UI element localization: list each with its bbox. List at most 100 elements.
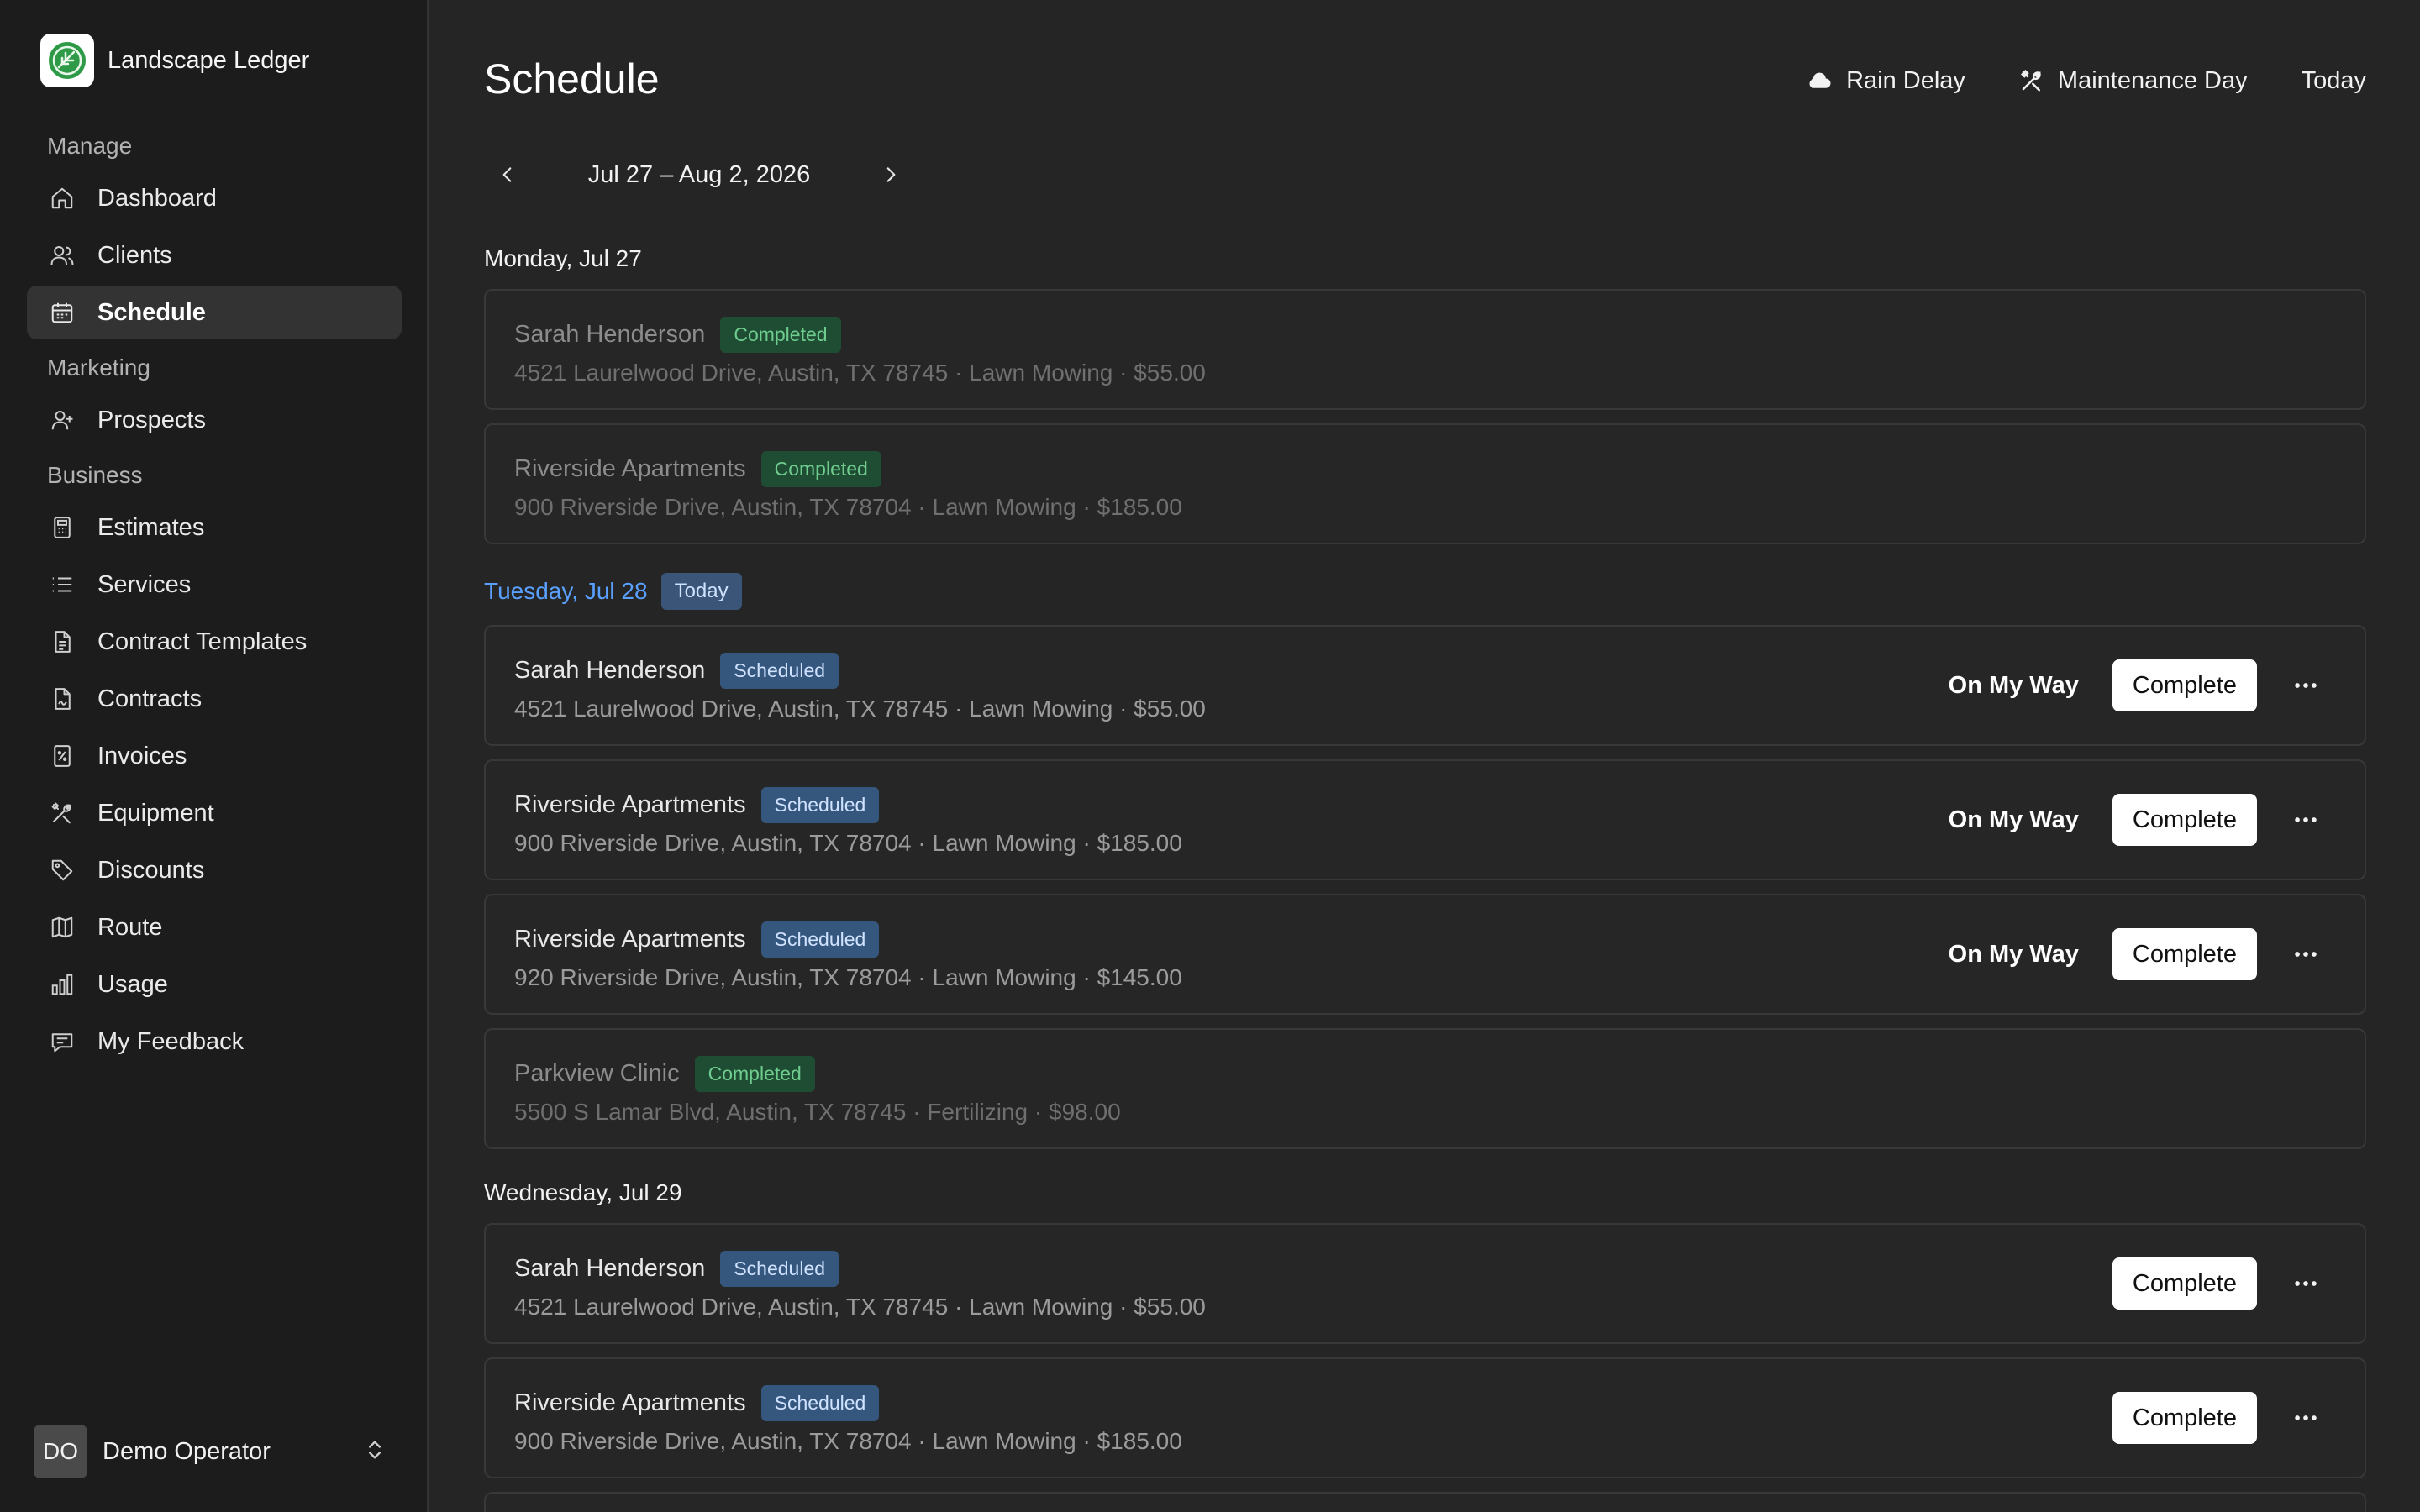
on-my-way-button[interactable]: On My Way: [1949, 806, 2079, 834]
on-my-way-button[interactable]: On My Way: [1949, 941, 2079, 969]
sidebar-item-contracts[interactable]: Contracts: [27, 672, 402, 726]
sidebar-item-label: Contract Templates: [97, 627, 308, 655]
status-badge: Scheduled: [760, 921, 880, 958]
more-options-icon[interactable]: [2281, 660, 2331, 711]
sidebar-item-equipment[interactable]: Equipment: [27, 786, 402, 840]
user-plus-icon: [49, 407, 76, 433]
complete-button[interactable]: Complete: [2112, 928, 2257, 980]
calendar-icon: [49, 299, 76, 326]
job-client-name: Parkview Clinic: [514, 1059, 680, 1087]
users-icon: [49, 242, 76, 269]
sidebar-item-label: Estimates: [97, 513, 205, 541]
job-card[interactable]: [484, 1492, 2366, 1512]
status-badge: Scheduled: [760, 786, 880, 823]
job-card[interactable]: Sarah Henderson Scheduled 4521 Laurelwoo…: [484, 1223, 2366, 1344]
day-header-today: Tuesday, Jul 28 Today: [484, 570, 742, 613]
job-card[interactable]: Riverside Apartments Completed 900 River…: [484, 423, 2366, 544]
today-badge: Today: [660, 573, 742, 610]
sidebar-item-services[interactable]: Services: [27, 558, 402, 612]
maintenance-day-label: Maintenance Day: [2057, 66, 2248, 94]
status-badge: Scheduled: [720, 652, 839, 689]
sidebar-item-route[interactable]: Route: [27, 900, 402, 954]
calculator-icon: [49, 514, 76, 541]
sidebar-item-label: Clients: [97, 241, 172, 269]
day-header: Monday, Jul 27: [484, 245, 642, 271]
sidebar-item-label: Route: [97, 913, 163, 941]
nav-section-marketing: Marketing: [47, 354, 150, 381]
job-card[interactable]: Sarah Henderson Completed 4521 Laurelwoo…: [484, 289, 2366, 410]
avatar: DO: [34, 1425, 87, 1478]
previous-week-button[interactable]: [484, 155, 531, 195]
day-header: Wednesday, Jul 29: [484, 1179, 682, 1205]
complete-button[interactable]: Complete: [2112, 1257, 2257, 1310]
sidebar-item-my-feedback[interactable]: My Feedback: [27, 1015, 402, 1068]
file-text-icon: [49, 628, 76, 655]
job-client-name: Riverside Apartments: [514, 925, 746, 953]
job-card[interactable]: Riverside Apartments Scheduled 900 River…: [484, 1357, 2366, 1478]
job-client-name: Sarah Henderson: [514, 320, 706, 348]
bar-chart-icon: [49, 971, 76, 998]
sidebar-item-label: Invoices: [97, 742, 187, 769]
next-week-button[interactable]: [867, 155, 914, 195]
sidebar-item-label: Contracts: [97, 685, 203, 712]
sidebar-item-label: Equipment: [97, 799, 214, 827]
brand[interactable]: Landscape Ledger: [40, 34, 309, 87]
on-my-way-button[interactable]: On My Way: [1949, 672, 2079, 700]
nav-section-manage: Manage: [47, 133, 133, 159]
job-details: 900 Riverside Drive, Austin, TX 78704 · …: [514, 830, 1182, 856]
sidebar-item-dashboard[interactable]: Dashboard: [27, 171, 402, 225]
sidebar-item-discounts[interactable]: Discounts: [27, 843, 402, 897]
sidebar-item-label: Dashboard: [97, 184, 217, 212]
tools-icon: [49, 800, 76, 827]
sidebar-item-usage[interactable]: Usage: [27, 958, 402, 1011]
job-details: 4521 Laurelwood Drive, Austin, TX 78745 …: [514, 696, 1206, 722]
receipt-icon: [49, 743, 76, 769]
map-icon: [49, 914, 76, 941]
sidebar-item-label: Usage: [97, 970, 168, 998]
job-card[interactable]: Sarah Henderson Scheduled 4521 Laurelwoo…: [484, 625, 2366, 746]
complete-button[interactable]: Complete: [2112, 659, 2257, 711]
sidebar-item-prospects[interactable]: Prospects: [27, 393, 402, 447]
job-details: 900 Riverside Drive, Austin, TX 78704 · …: [514, 1428, 1182, 1454]
job-client-name: Riverside Apartments: [514, 790, 746, 818]
message-icon: [49, 1028, 76, 1055]
rain-delay-button[interactable]: Rain Delay: [1807, 67, 1965, 95]
job-card[interactable]: Riverside Apartments Scheduled 900 River…: [484, 759, 2366, 880]
complete-button[interactable]: Complete: [2112, 794, 2257, 846]
week-range: Jul 27 – Aug 2, 2026: [587, 160, 811, 188]
sidebar-item-clients[interactable]: Clients: [27, 228, 402, 282]
chevrons-up-down-icon[interactable]: [363, 1438, 387, 1466]
today-button[interactable]: Today: [2302, 67, 2366, 95]
header-actions: Rain Delay Maintenance Day Today: [1754, 59, 2366, 102]
maintenance-day-button[interactable]: Maintenance Day: [2019, 67, 2248, 95]
user-menu[interactable]: DO Demo Operator: [34, 1425, 387, 1478]
more-options-icon[interactable]: [2281, 795, 2331, 845]
job-card[interactable]: Parkview Clinic Completed 5500 S Lamar B…: [484, 1028, 2366, 1149]
sidebar-item-estimates[interactable]: Estimates: [27, 501, 402, 554]
job-client-name: Riverside Apartments: [514, 1389, 746, 1416]
sidebar-item-label: Services: [97, 570, 192, 598]
leaf-logo-icon: [40, 34, 94, 87]
complete-button[interactable]: Complete: [2112, 1392, 2257, 1444]
sidebar-item-contract-templates[interactable]: Contract Templates: [27, 615, 402, 669]
more-options-icon[interactable]: [2281, 1393, 2331, 1443]
app-name: Landscape Ledger: [108, 46, 310, 74]
job-details: 920 Riverside Drive, Austin, TX 78704 · …: [514, 964, 1182, 990]
page-title: Schedule: [484, 55, 660, 102]
list-icon: [49, 571, 76, 598]
tag-icon: [49, 857, 76, 884]
job-details: 4521 Laurelwood Drive, Austin, TX 78745 …: [514, 360, 1206, 386]
rain-delay-label: Rain Delay: [1846, 66, 1965, 94]
more-options-icon[interactable]: [2281, 929, 2331, 979]
sidebar-item-label: Discounts: [97, 856, 205, 884]
sidebar-item-invoices[interactable]: Invoices: [27, 729, 402, 783]
status-badge: Completed: [720, 316, 841, 353]
sidebar-item-label: Prospects: [97, 406, 206, 433]
job-card[interactable]: Riverside Apartments Scheduled 920 River…: [484, 894, 2366, 1015]
job-client-name: Riverside Apartments: [514, 454, 746, 482]
tools-icon: [2020, 69, 2041, 92]
home-icon: [49, 185, 76, 212]
more-options-icon[interactable]: [2281, 1258, 2331, 1309]
sidebar-item-schedule[interactable]: Schedule: [27, 286, 402, 339]
nav-section-business: Business: [47, 462, 143, 488]
